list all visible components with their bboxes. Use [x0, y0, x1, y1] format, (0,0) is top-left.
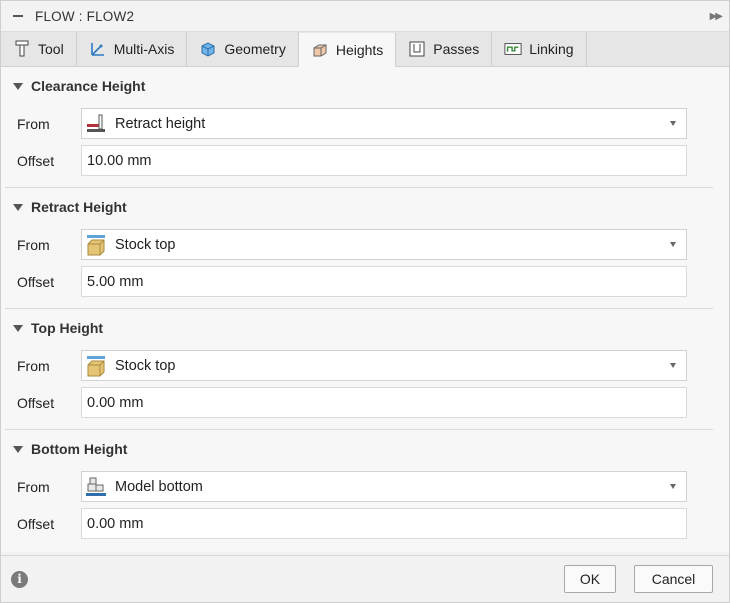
from-select[interactable]: Retract height — [81, 108, 687, 139]
offset-row: Offset 0.00 mm — [5, 384, 713, 421]
section-title: Bottom Height — [31, 441, 128, 457]
dialog-title: FLOW : FLOW2 — [35, 8, 135, 24]
tab-linking-label: Linking — [529, 41, 574, 57]
from-value: Retract height — [115, 115, 206, 132]
tab-multi-axis-label: Multi-Axis — [113, 41, 175, 57]
tool-icon — [13, 40, 31, 58]
dialog-window: FLOW : FLOW2 ▶▶ Tool Multi-Axis Geometry — [0, 0, 730, 603]
tab-geometry-label: Geometry — [224, 41, 286, 57]
section-bottom-height: Bottom Height From Model bottom Offset 0… — [5, 430, 713, 550]
offset-row: Offset 10.00 mm — [5, 142, 713, 179]
from-label: From — [17, 236, 50, 253]
heights-icon — [311, 41, 329, 59]
section-title: Retract Height — [31, 199, 127, 215]
dialog-footer: i OK Cancel — [1, 555, 729, 602]
tab-heights-label: Heights — [335, 41, 384, 58]
collapse-triangle-icon[interactable] — [13, 82, 23, 90]
expand-icon[interactable]: ▶▶ — [710, 11, 723, 22]
tab-passes[interactable]: Passes — [396, 32, 493, 66]
dropdown-caret-icon[interactable] — [670, 363, 676, 368]
title-bar[interactable]: FLOW : FLOW2 ▶▶ — [1, 1, 729, 32]
section-header[interactable]: Top Height — [5, 309, 713, 347]
from-select[interactable]: Stock top — [81, 229, 687, 260]
from-value: Stock top — [115, 236, 176, 253]
multi-axis-icon — [89, 40, 107, 58]
offset-input[interactable]: 5.00 mm — [81, 266, 687, 297]
tab-bar: Tool Multi-Axis Geometry Heights Passes — [1, 32, 729, 67]
offset-row: Offset 0.00 mm — [5, 505, 713, 542]
section-header[interactable]: Clearance Height — [5, 67, 713, 105]
from-row: From Stock top — [5, 347, 713, 384]
collapse-triangle-icon[interactable] — [13, 324, 23, 332]
from-row: From Retract height — [5, 105, 713, 142]
section-header[interactable]: Retract Height — [5, 188, 713, 226]
from-value: Stock top — [115, 357, 176, 374]
tab-geometry[interactable]: Geometry — [187, 32, 299, 66]
section-clearance-height: Clearance Height From Retract height Off… — [5, 67, 713, 188]
from-select[interactable]: Model bottom — [81, 471, 687, 502]
tab-tool[interactable]: Tool — [1, 32, 77, 66]
linking-icon — [504, 40, 522, 58]
from-row: From Stock top — [5, 226, 713, 263]
info-icon[interactable]: i — [11, 570, 28, 588]
offset-input[interactable]: 0.00 mm — [81, 508, 687, 539]
from-select[interactable]: Stock top — [81, 350, 687, 381]
from-label: From — [17, 357, 50, 374]
collapse-triangle-icon[interactable] — [13, 203, 23, 211]
ok-button[interactable]: OK — [564, 565, 616, 593]
section-header[interactable]: Bottom Height — [5, 430, 713, 468]
from-label: From — [17, 478, 50, 495]
geometry-icon — [199, 40, 217, 58]
section-title: Clearance Height — [31, 78, 146, 94]
section-top-height: Top Height From Stock top Offset 0.00 mm — [5, 309, 713, 430]
tab-heights[interactable]: Heights — [298, 33, 397, 67]
stock-top-icon — [85, 234, 107, 256]
section-retract-height: Retract Height From Stock top Offset 5.0… — [5, 188, 713, 309]
offset-input[interactable]: 0.00 mm — [81, 387, 687, 418]
model-bottom-icon — [85, 476, 107, 498]
retract-height-icon — [85, 113, 107, 135]
offset-label: Offset — [17, 515, 55, 532]
passes-icon — [408, 40, 426, 58]
dropdown-caret-icon[interactable] — [670, 121, 676, 126]
offset-label: Offset — [17, 394, 55, 411]
from-label: From — [17, 115, 50, 132]
offset-input[interactable]: 10.00 mm — [81, 145, 687, 176]
dropdown-caret-icon[interactable] — [670, 242, 676, 247]
tab-multi-axis[interactable]: Multi-Axis — [77, 32, 188, 66]
collapse-icon[interactable] — [13, 15, 23, 17]
tab-tool-label: Tool — [38, 41, 64, 57]
tab-passes-label: Passes — [433, 41, 480, 57]
heights-panel: Clearance Height From Retract height Off… — [1, 67, 729, 552]
offset-label: Offset — [17, 152, 55, 169]
collapse-triangle-icon[interactable] — [13, 445, 23, 453]
from-row: From Model bottom — [5, 468, 713, 505]
stock-top-icon — [85, 355, 107, 377]
offset-label: Offset — [17, 273, 55, 290]
tab-linking[interactable]: Linking — [492, 32, 587, 66]
section-title: Top Height — [31, 320, 104, 336]
cancel-button[interactable]: Cancel — [634, 565, 713, 593]
dropdown-caret-icon[interactable] — [670, 484, 676, 489]
from-value: Model bottom — [115, 478, 203, 495]
offset-row: Offset 5.00 mm — [5, 263, 713, 300]
